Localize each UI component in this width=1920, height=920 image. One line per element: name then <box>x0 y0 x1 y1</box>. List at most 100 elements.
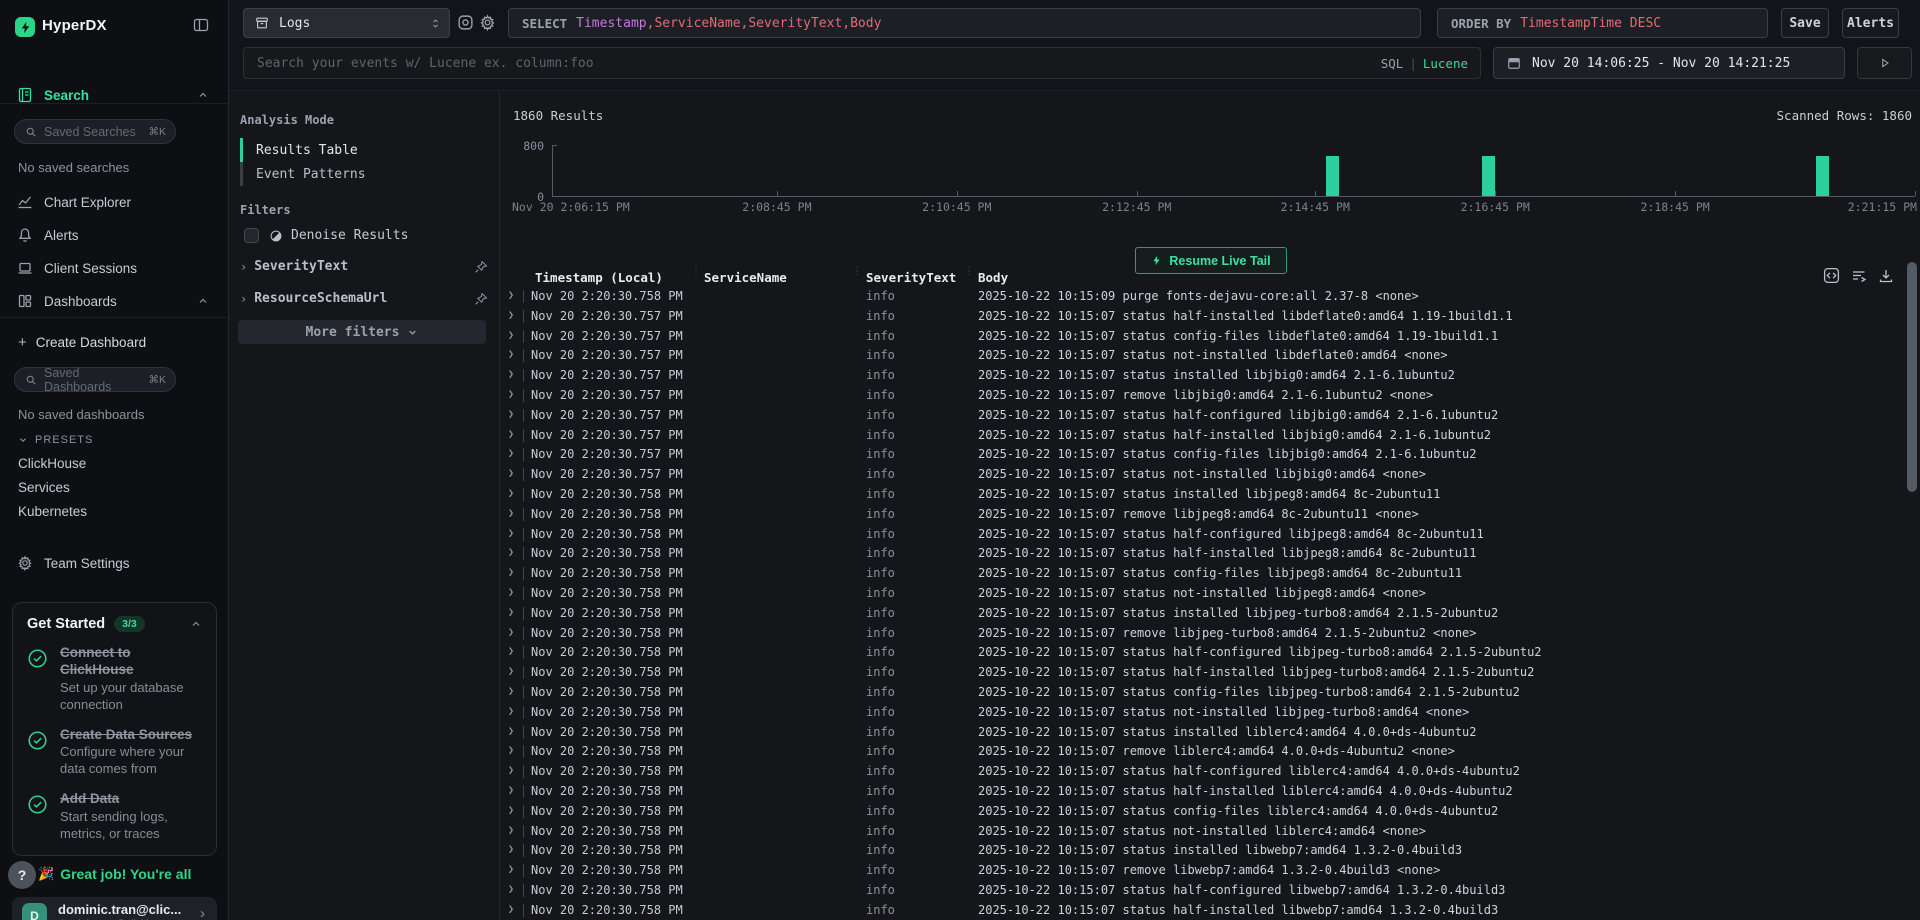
expand-chevron-icon[interactable]: ❯ <box>508 290 514 301</box>
table-row[interactable]: ❯Nov 20 2:20:30.758 PMinfo2025-10-22 10:… <box>500 841 1908 861</box>
chevron-up-icon[interactable] <box>190 618 202 630</box>
download-icon[interactable] <box>1878 268 1894 284</box>
sidebar-item-dashboards[interactable]: Dashboards <box>0 286 229 316</box>
lucene-search-input[interactable]: Search your events w/ Lucene ex. column:… <box>243 47 1481 79</box>
order-by-input[interactable]: ORDER BY TimestampTime DESC <box>1437 8 1768 38</box>
expand-chevron-icon[interactable]: ❯ <box>508 765 514 776</box>
sidebar-item-team-settings[interactable]: Team Settings <box>0 548 229 578</box>
pin-icon[interactable] <box>474 260 488 274</box>
table-row[interactable]: ❯Nov 20 2:20:30.757 PMinfo2025-10-22 10:… <box>500 327 1908 347</box>
saved-searches-input[interactable]: Saved Searches ⌘K <box>14 119 176 144</box>
table-row[interactable]: ❯Nov 20 2:20:30.758 PMinfo2025-10-22 10:… <box>500 525 1908 545</box>
get-started-item[interactable]: Add DataStart sending logs, metrics, or … <box>27 791 202 843</box>
get-started-item[interactable]: Create Data SourcesConfigure where your … <box>27 727 202 779</box>
expand-chevron-icon[interactable]: ❯ <box>508 389 514 400</box>
vertical-scrollbar[interactable] <box>1907 262 1917 492</box>
expand-chevron-icon[interactable]: ❯ <box>508 607 514 618</box>
expand-chevron-icon[interactable]: ❯ <box>508 349 514 360</box>
expand-chevron-icon[interactable]: ❯ <box>508 666 514 677</box>
sidebar-item-chart-explorer[interactable]: Chart Explorer <box>0 187 229 217</box>
table-row[interactable]: ❯Nov 20 2:20:30.757 PMinfo2025-10-22 10:… <box>500 366 1908 386</box>
create-dashboard-button[interactable]: + Create Dashboard <box>0 330 229 354</box>
expand-chevron-icon[interactable]: ❯ <box>508 310 514 321</box>
expand-chevron-icon[interactable]: ❯ <box>508 547 514 558</box>
select-clause-input[interactable]: SELECT Timestamp,ServiceName,SeverityTex… <box>508 8 1421 38</box>
mode-event-patterns[interactable]: Event Patterns <box>256 167 366 182</box>
table-row[interactable]: ❯Nov 20 2:20:30.757 PMinfo2025-10-22 10:… <box>500 386 1908 406</box>
expand-chevron-icon[interactable]: ❯ <box>508 429 514 440</box>
expand-chevron-icon[interactable]: ❯ <box>508 825 514 836</box>
sidebar-item-alerts[interactable]: Alerts <box>0 220 229 250</box>
presets-toggle[interactable]: PRESETS <box>18 434 93 446</box>
expand-chevron-icon[interactable]: ❯ <box>508 587 514 598</box>
table-row[interactable]: ❯Nov 20 2:20:30.758 PMinfo2025-10-22 10:… <box>500 505 1908 525</box>
expand-chevron-icon[interactable]: ❯ <box>508 468 514 479</box>
focus-icon[interactable] <box>457 14 475 32</box>
query-language-toggle[interactable]: SQL|Lucene <box>1381 56 1468 71</box>
col-servicename[interactable]: ServiceName <box>704 270 787 285</box>
table-row[interactable]: ❯Nov 20 2:20:30.758 PMinfo2025-10-22 10:… <box>500 881 1908 901</box>
expand-chevron-icon[interactable]: ❯ <box>508 864 514 875</box>
alerts-button[interactable]: Alerts <box>1842 8 1899 38</box>
histogram-bar[interactable] <box>1816 156 1829 196</box>
table-row[interactable]: ❯Nov 20 2:20:30.757 PMinfo2025-10-22 10:… <box>500 426 1908 446</box>
expand-chevron-icon[interactable]: ❯ <box>508 904 514 915</box>
expand-chevron-icon[interactable]: ❯ <box>508 488 514 499</box>
expand-chevron-icon[interactable]: ❯ <box>508 330 514 341</box>
table-row[interactable]: ❯Nov 20 2:20:30.758 PMinfo2025-10-22 10:… <box>500 564 1908 584</box>
expand-chevron-icon[interactable]: ❯ <box>508 745 514 756</box>
mode-results-table[interactable]: Results Table <box>256 143 358 158</box>
col-timestamp[interactable]: Timestamp (Local) <box>535 270 663 285</box>
table-row[interactable]: ❯Nov 20 2:20:30.758 PMinfo2025-10-22 10:… <box>500 802 1908 822</box>
denoise-checkbox[interactable] <box>244 228 259 243</box>
gear-icon[interactable] <box>479 14 497 32</box>
table-row[interactable]: ❯Nov 20 2:20:30.758 PMinfo2025-10-22 10:… <box>500 584 1908 604</box>
table-row[interactable]: ❯Nov 20 2:20:30.758 PMinfo2025-10-22 10:… <box>500 822 1908 842</box>
sql-toggle[interactable]: SQL <box>1381 56 1404 71</box>
events-histogram[interactable] <box>552 145 1915 196</box>
preset-services[interactable]: Services <box>18 480 70 495</box>
saved-dashboards-input[interactable]: Saved Dashboards ⌘K <box>14 367 176 392</box>
table-row[interactable]: ❯Nov 20 2:20:30.757 PMinfo2025-10-22 10:… <box>500 465 1908 485</box>
chevron-up-icon[interactable] <box>197 89 209 101</box>
table-row[interactable]: ❯Nov 20 2:20:30.758 PMinfo2025-10-22 10:… <box>500 901 1908 920</box>
pin-icon[interactable] <box>474 292 488 306</box>
help-button[interactable]: ? <box>8 861 36 889</box>
table-row[interactable]: ❯Nov 20 2:20:30.758 PMinfo2025-10-22 10:… <box>500 723 1908 743</box>
table-row[interactable]: ❯Nov 20 2:20:30.757 PMinfo2025-10-22 10:… <box>500 445 1908 465</box>
get-started-item[interactable]: Connect to ClickHouseSet up your databas… <box>27 645 202 714</box>
table-row[interactable]: ❯Nov 20 2:20:30.758 PMinfo2025-10-22 10:… <box>500 287 1908 307</box>
expand-chevron-icon[interactable]: ❯ <box>508 508 514 519</box>
table-row[interactable]: ❯Nov 20 2:20:30.758 PMinfo2025-10-22 10:… <box>500 683 1908 703</box>
sidebar-collapse-icon[interactable] <box>193 17 209 33</box>
expand-chevron-icon[interactable]: ❯ <box>508 686 514 697</box>
code-box-icon[interactable] <box>1823 267 1840 284</box>
lucene-toggle[interactable]: Lucene <box>1423 56 1468 71</box>
chevron-up-icon[interactable] <box>197 295 209 307</box>
expand-chevron-icon[interactable]: ❯ <box>508 884 514 895</box>
sidebar-item-client-sessions[interactable]: Client Sessions <box>0 253 229 283</box>
filter-group-resourceschemaurl[interactable]: › ResourceSchemaUrl <box>240 291 488 306</box>
time-range-picker[interactable]: Nov 20 14:06:25 - Nov 20 14:21:25 <box>1493 47 1845 79</box>
table-row[interactable]: ❯Nov 20 2:20:30.757 PMinfo2025-10-22 10:… <box>500 406 1908 426</box>
denoise-results-toggle[interactable]: Denoise Results <box>244 228 408 243</box>
expand-chevron-icon[interactable]: ❯ <box>508 409 514 420</box>
table-row[interactable]: ❯Nov 20 2:20:30.758 PMinfo2025-10-22 10:… <box>500 703 1908 723</box>
expand-chevron-icon[interactable]: ❯ <box>508 448 514 459</box>
expand-chevron-icon[interactable]: ❯ <box>508 726 514 737</box>
filter-group-severitytext[interactable]: › SeverityText <box>240 259 488 274</box>
run-query-button[interactable] <box>1857 47 1912 79</box>
table-row[interactable]: ❯Nov 20 2:20:30.758 PMinfo2025-10-22 10:… <box>500 782 1908 802</box>
user-menu[interactable]: D dominic.tran@clic... dominic.tran@clic… <box>12 897 217 920</box>
preset-clickhouse[interactable]: ClickHouse <box>18 456 86 471</box>
more-filters-button[interactable]: More filters <box>238 320 486 344</box>
expand-chevron-icon[interactable]: ❯ <box>508 369 514 380</box>
sidebar-item-search[interactable]: Search <box>0 80 229 110</box>
expand-chevron-icon[interactable]: ❯ <box>508 805 514 816</box>
table-row[interactable]: ❯Nov 20 2:20:30.757 PMinfo2025-10-22 10:… <box>500 346 1908 366</box>
col-severitytext[interactable]: SeverityText <box>866 270 956 285</box>
table-row[interactable]: ❯Nov 20 2:20:30.758 PMinfo2025-10-22 10:… <box>500 663 1908 683</box>
histogram-bar[interactable] <box>1326 156 1339 196</box>
save-button[interactable]: Save <box>1781 8 1829 38</box>
preset-kubernetes[interactable]: Kubernetes <box>18 504 87 519</box>
